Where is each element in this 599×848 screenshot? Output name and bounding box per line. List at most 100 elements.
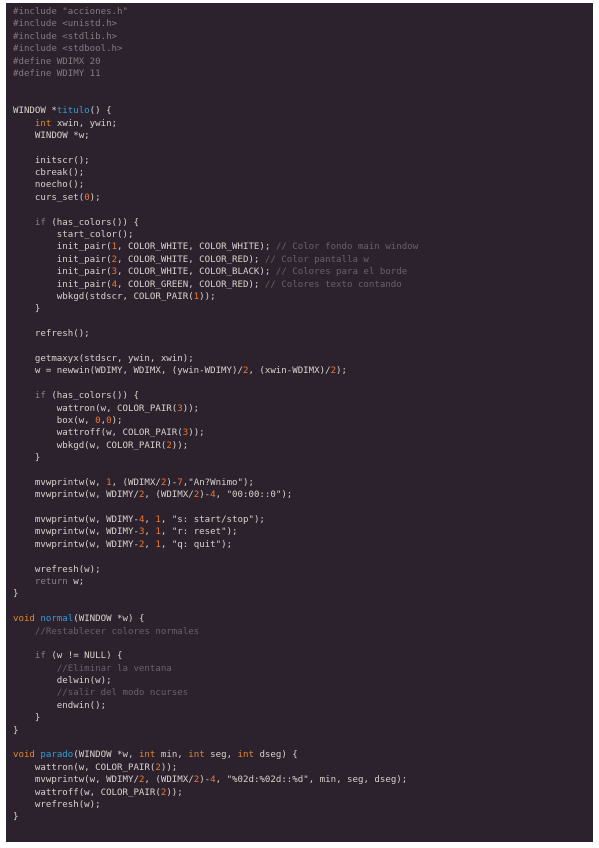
code-text-token: wattroff(w, COLOR_PAIR( <box>13 787 161 798</box>
code-line: //Eliminar la ventana <box>13 663 418 675</box>
code-text-token: box(w, <box>13 415 96 426</box>
code-text-token: ); <box>243 477 254 488</box>
code-line: wattroff(w, COLOR_PAIR(3)); <box>13 427 418 439</box>
comment-token: //Restablecer colores normales <box>34 626 200 637</box>
code-text-token: )); <box>188 428 205 439</box>
comment-token: // Color pantalla w <box>264 254 369 265</box>
code-text-token: initscr(); <box>13 155 90 166</box>
code-text-token: (w != NULL) { <box>45 651 123 662</box>
code-line: } <box>13 452 418 464</box>
code-text-token: mvwprintw(w, WDIMY/ <box>13 775 139 786</box>
comment-token: //Eliminar la ventana <box>56 663 172 674</box>
code-line: #include <stdbool.h> <box>13 43 418 55</box>
code-text-token: } <box>13 589 19 600</box>
code-line: #include "acciones.h" <box>13 6 418 18</box>
code-text-token: )); <box>199 291 216 302</box>
code-text-token: )- <box>166 477 178 488</box>
code-text-token: wattron(w, COLOR_PAIR( <box>13 403 178 414</box>
code-text-token: , <box>215 775 227 786</box>
code-line: mvwprintw(w, WDIMY-4, 1, "s: start/stop"… <box>13 514 418 526</box>
code-text-token: , <box>160 539 172 550</box>
code-text-token: ); <box>281 490 293 501</box>
code-text-token: (has_colors()) { <box>45 391 139 402</box>
code-text-token: } <box>13 725 19 736</box>
code-text-token: , COLOR_WHITE, COLOR_WHITE); <box>117 242 276 253</box>
code-text-token: refresh(); <box>13 329 90 340</box>
code-text-token: )); <box>182 403 200 414</box>
code-text-token: mvwprintw(w, WDIMY- <box>13 539 139 550</box>
code-line: delwin(w); <box>13 675 418 687</box>
code-text-token: )- <box>199 775 211 786</box>
code-line: #include <unistd.h> <box>13 18 418 30</box>
control-keyword-token: return <box>34 576 68 587</box>
code-text-token: , <box>215 490 227 501</box>
code-text-token: mvwprintw(w, WDIMY/ <box>13 490 139 501</box>
code-text-token: , COLOR_WHITE, COLOR_BLACK); <box>117 267 276 278</box>
code-line: mvwprintw(w, WDIMY-2, 1, "q: quit"); <box>13 539 418 551</box>
code-text-token: w = newwin(WDIMY, WDIMX, (ywin-WDIMY)/ <box>13 366 243 377</box>
code-block: #include "acciones.h" #include <unistd.h>… <box>13 6 418 824</box>
code-line: wbkgd(w, COLOR_PAIR(2)); <box>13 440 418 452</box>
code-line: cbreak(); <box>13 167 418 179</box>
code-line: //Restablecer colores normales <box>13 626 418 638</box>
code-text-token: wattron(w, COLOR_PAIR( <box>13 762 156 773</box>
code-text-token: wrefresh(w); <box>13 564 101 575</box>
code-line: #include <stdlib.h> <box>13 31 418 43</box>
code-text-token: )); <box>166 787 183 798</box>
code-text-token: ); <box>253 515 265 526</box>
code-text-token: xwin, ywin; <box>51 118 118 129</box>
string-token: "q: quit" <box>171 539 222 550</box>
code-text-token: (has_colors()) { <box>45 217 139 228</box>
code-line: } <box>13 811 418 823</box>
code-line: } <box>13 303 418 315</box>
code-text-token: wbkgd(w, COLOR_PAIR( <box>13 440 167 451</box>
code-line: wattroff(w, COLOR_PAIR(2)); <box>13 787 418 799</box>
code-line: #define WDIMY 11 <box>13 68 418 80</box>
preprocessor-token: #include "acciones.h" <box>13 7 128 17</box>
code-line: int xwin, ywin; <box>13 118 418 130</box>
code-text-token: curs_set( <box>13 192 85 203</box>
code-text-token: init_pair( <box>13 267 112 278</box>
code-line: //salir del modo ncurses <box>13 687 418 699</box>
code-line: wrefresh(w); <box>13 564 418 576</box>
code-line: init_pair(1, COLOR_WHITE, COLOR_WHITE); … <box>13 241 418 253</box>
code-text-token: , (xwin-WDIMX)/ <box>248 366 331 377</box>
code-line: if (has_colors()) { <box>13 217 418 229</box>
code-line: wrefresh(w); <box>13 799 418 811</box>
code-line: WINDOW *titulo() { <box>13 105 418 117</box>
control-keyword-token: if <box>34 651 46 662</box>
comment-token: // Color fondo main window <box>275 242 419 253</box>
code-line: mvwprintw(w, 1, (WDIMX/2)-7,"An?Wnimo"); <box>13 477 418 489</box>
code-text-token: , min, seg, dseg); <box>308 775 408 786</box>
function-name-token: parado <box>40 750 74 761</box>
code-text-token: , <box>144 515 156 526</box>
code-text-token: , (WDIMX/ <box>144 490 194 501</box>
type-keyword-token: int <box>188 750 205 761</box>
code-text-token: wbkgd(stdscr, COLOR_PAIR( <box>13 291 194 302</box>
code-text-token: } <box>13 812 19 823</box>
code-line: noecho(); <box>13 179 418 191</box>
code-text-token: noecho(); <box>13 180 85 191</box>
code-text-token: init_pair( <box>13 279 112 290</box>
code-line: mvwprintw(w, WDIMY/2, (WDIMX/2)-4, "%02d… <box>13 774 418 786</box>
string-token: "An?Wnimo" <box>188 477 243 488</box>
code-line: getmaxyx(stdscr, ywin, xwin); <box>13 353 418 365</box>
code-line: endwin(); <box>13 700 418 712</box>
function-name-token: normal <box>40 614 74 625</box>
code-line: } <box>13 712 418 724</box>
code-text-token: () { <box>89 106 112 117</box>
code-text-token: (WINDOW *w) { <box>73 614 145 625</box>
code-line: initscr(); <box>13 155 418 167</box>
code-text-token: )); <box>171 440 189 451</box>
code-text-token: getmaxyx(stdscr, ywin, xwin); <box>13 353 194 364</box>
